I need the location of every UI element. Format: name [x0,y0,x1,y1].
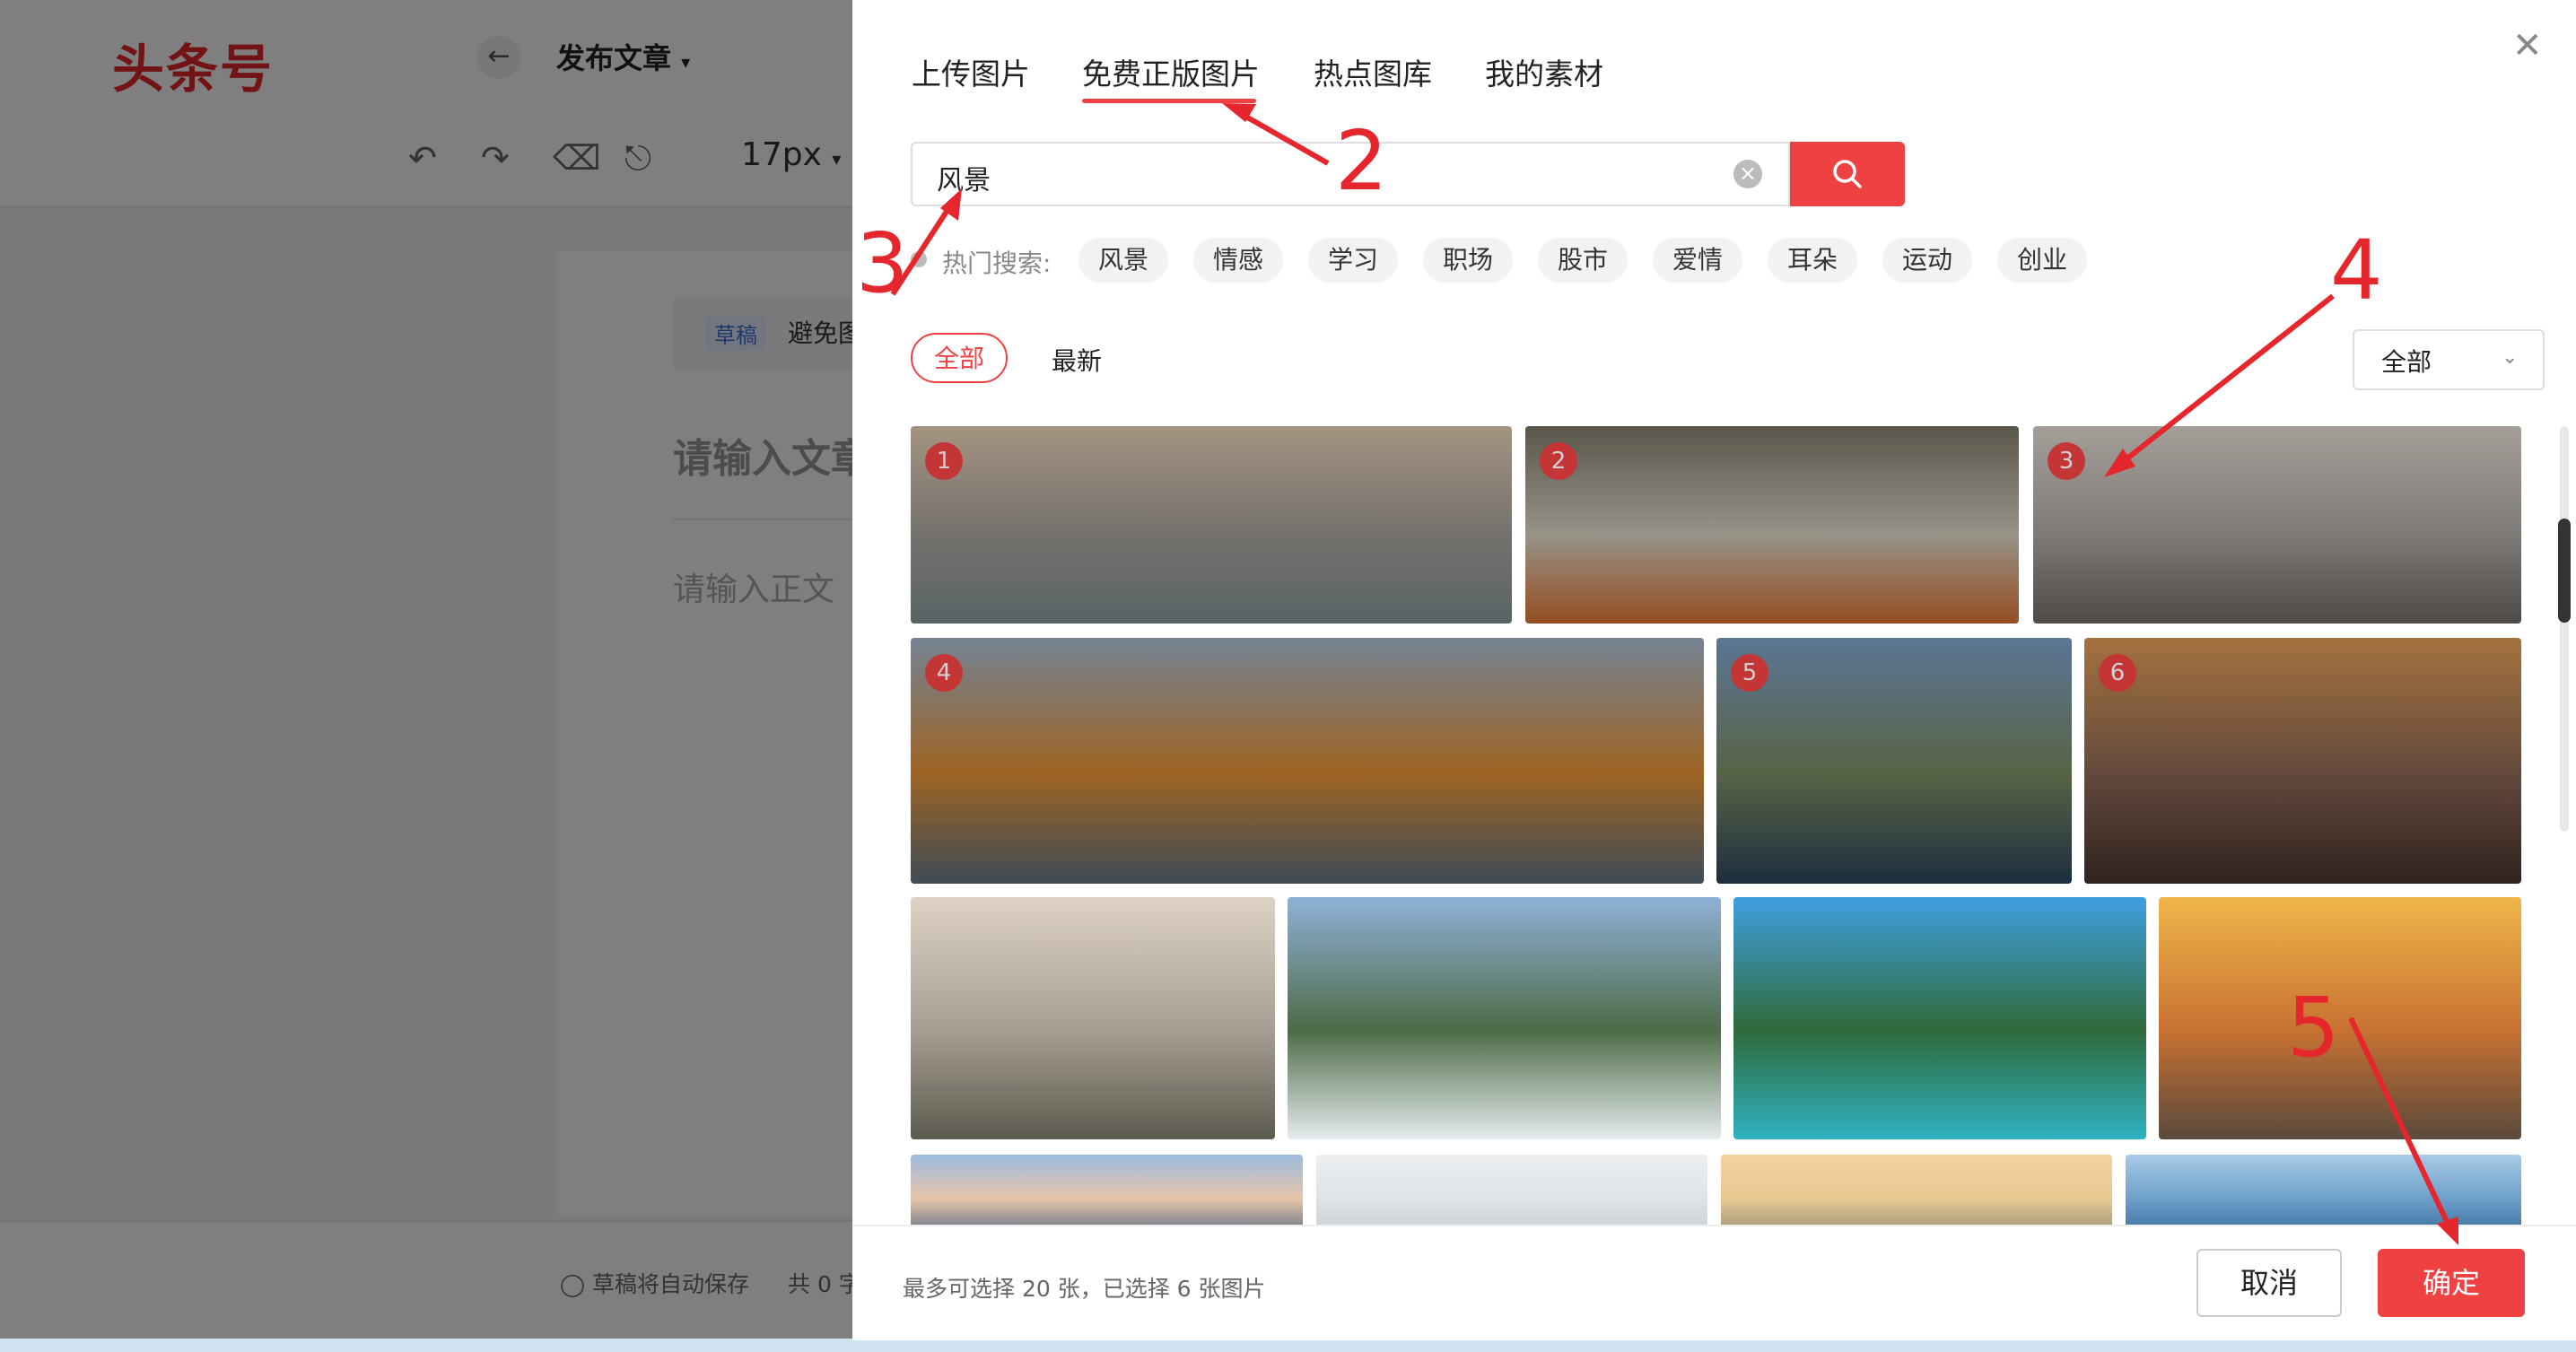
annotation-5: 5 [2287,980,2340,1076]
annotation-4: 4 [2330,222,2383,318]
annotation-3: 3 [856,215,909,311]
annotation-arrows [890,103,2458,1245]
annotation-2: 2 [1335,113,1388,209]
